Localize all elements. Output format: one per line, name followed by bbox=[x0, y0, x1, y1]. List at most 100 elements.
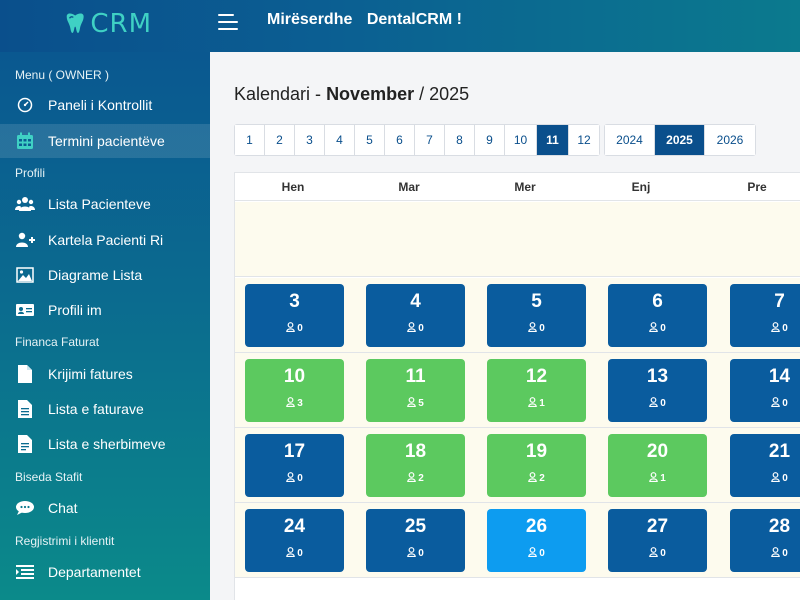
user-icon bbox=[771, 322, 782, 335]
sidebar-item-diagrams[interactable]: Diagrame Lista bbox=[0, 258, 210, 292]
month-button[interactable]: 8 bbox=[445, 125, 475, 155]
sidebar-item-appointments[interactable]: Termini pacientëve bbox=[0, 124, 210, 158]
month-button[interactable]: 11 bbox=[537, 125, 569, 155]
sidebar-item-patient-list[interactable]: Lista Pacienteve bbox=[0, 187, 210, 221]
sidebar-item-label: Paneli i Kontrollit bbox=[48, 97, 153, 113]
day-number: 7 bbox=[774, 291, 785, 312]
appointment-count: 0 bbox=[730, 397, 800, 410]
appointment-count-value: 0 bbox=[418, 548, 424, 559]
id-card-icon bbox=[15, 300, 35, 320]
month-button[interactable]: 7 bbox=[415, 125, 445, 155]
year-button[interactable]: 2024 bbox=[605, 125, 655, 155]
day-cell[interactable]: 30 bbox=[245, 284, 344, 347]
top-bar: CRM Mirëserdhe DentalCRM ! bbox=[0, 0, 800, 52]
month-button[interactable]: 3 bbox=[295, 125, 325, 155]
day-cell[interactable]: 60 bbox=[608, 284, 707, 347]
day-number: 27 bbox=[646, 516, 669, 537]
user-icon bbox=[528, 472, 539, 485]
day-cell[interactable]: 27 0 bbox=[608, 509, 707, 572]
sidebar-item-create-invoice[interactable]: Krijimi fatures bbox=[0, 357, 210, 391]
section-title-menu: Menu ( OWNER ) bbox=[15, 68, 110, 82]
day-cell[interactable]: 14 0 bbox=[730, 359, 800, 422]
year-button[interactable]: 2026 bbox=[705, 125, 755, 155]
sidebar-item-dashboard[interactable]: Paneli i Kontrollit bbox=[0, 88, 210, 122]
week-row: 10 3 11 5 12 1 13 0 14 0 bbox=[235, 353, 800, 428]
sidebar-item-invoice-list[interactable]: Lista e faturave bbox=[0, 392, 210, 426]
month-button[interactable]: 6 bbox=[385, 125, 415, 155]
day-cell[interactable]: 17 0 bbox=[245, 434, 344, 497]
day-cell[interactable]: 25 0 bbox=[366, 509, 465, 572]
month-button[interactable]: 4 bbox=[325, 125, 355, 155]
user-icon bbox=[286, 322, 297, 335]
day-number: 28 bbox=[768, 516, 791, 537]
day-cell[interactable]: 40 bbox=[366, 284, 465, 347]
section-title-profile: Profili bbox=[15, 166, 46, 180]
appointment-count: 0 bbox=[245, 322, 344, 335]
user-icon bbox=[407, 322, 418, 335]
appointment-count: 1 bbox=[487, 397, 586, 410]
day-cell[interactable]: 70 bbox=[730, 284, 800, 347]
appointment-count-value: 1 bbox=[539, 398, 545, 409]
day-cell[interactable]: 24 0 bbox=[245, 509, 344, 572]
logo[interactable]: CRM bbox=[62, 8, 152, 40]
list-icon bbox=[15, 562, 35, 582]
month-selector: 1 2 3 4 5 6 7 8 9 10 11 12 bbox=[234, 124, 600, 156]
year-button[interactable]: 2025 bbox=[655, 125, 705, 155]
day-cell[interactable]: 12 1 bbox=[487, 359, 586, 422]
day-number: 24 bbox=[283, 516, 306, 537]
sidebar-item-departments[interactable]: Departamentet bbox=[0, 555, 210, 589]
user-icon bbox=[286, 472, 297, 485]
appointment-count: 0 bbox=[487, 322, 586, 335]
day-cell[interactable]: 13 0 bbox=[608, 359, 707, 422]
month-button[interactable]: 2 bbox=[265, 125, 295, 155]
sidebar-item-label: Lista Pacienteve bbox=[48, 196, 151, 212]
title-year: 2025 bbox=[429, 84, 470, 104]
day-cell[interactable]: 50 bbox=[487, 284, 586, 347]
sidebar-item-label: Kartela Pacienti Ri bbox=[48, 232, 164, 248]
month-button[interactable]: 12 bbox=[569, 125, 599, 155]
section-title-client-registration: Regjistrimi i klientit bbox=[15, 534, 115, 548]
day-cell[interactable]: 18 2 bbox=[366, 434, 465, 497]
empty-week-row bbox=[235, 202, 800, 277]
welcome-message: Mirëserdhe DentalCRM ! bbox=[267, 11, 462, 29]
weekday-header: Hen Mar Mer Enj Pre bbox=[235, 173, 800, 201]
day-cell[interactable]: 20 1 bbox=[608, 434, 707, 497]
logo-text: CRM bbox=[90, 9, 152, 39]
appointment-count-value: 0 bbox=[782, 323, 788, 334]
month-button[interactable]: 1 bbox=[235, 125, 265, 155]
day-cell[interactable]: 11 5 bbox=[366, 359, 465, 422]
user-icon bbox=[528, 547, 539, 560]
sidebar-item-services-list[interactable]: Lista e sherbimeve bbox=[0, 427, 210, 461]
month-button[interactable]: 9 bbox=[475, 125, 505, 155]
section-title-finance: Financa Faturat bbox=[15, 335, 100, 349]
appointment-count: 0 bbox=[245, 472, 344, 485]
sidebar-item-new-patient[interactable]: Kartela Pacienti Ri bbox=[0, 223, 210, 257]
sidebar-item-my-profile[interactable]: Profili im bbox=[0, 293, 210, 327]
tooth-icon bbox=[66, 13, 84, 33]
month-button[interactable]: 5 bbox=[355, 125, 385, 155]
day-number: 25 bbox=[404, 516, 427, 537]
title-prefix: Kalendari - bbox=[234, 84, 322, 104]
day-cell[interactable]: 26 0 bbox=[487, 509, 586, 572]
title-year-separator: / bbox=[419, 84, 425, 104]
day-cell[interactable]: 10 3 bbox=[245, 359, 344, 422]
sidebar-item-label: Termini pacientëve bbox=[48, 133, 165, 149]
appointment-count: 0 bbox=[366, 322, 465, 335]
month-button[interactable]: 10 bbox=[505, 125, 537, 155]
weekday-label: Enj bbox=[631, 180, 651, 194]
week-row: 24 0 25 0 26 0 27 0 28 0 bbox=[235, 503, 800, 578]
menu-toggle-icon[interactable] bbox=[218, 14, 240, 34]
appointment-count-value: 0 bbox=[782, 473, 788, 484]
day-cell[interactable]: 28 0 bbox=[730, 509, 800, 572]
page-title: Kalendari - November / 2025 bbox=[234, 84, 469, 105]
day-cell[interactable]: 19 2 bbox=[487, 434, 586, 497]
week-row: 3040506070 bbox=[235, 278, 800, 353]
sidebar-item-label: Departamentet bbox=[48, 564, 141, 580]
appointment-count: 0 bbox=[245, 547, 344, 560]
day-cell[interactable]: 21 0 bbox=[730, 434, 800, 497]
appointment-count-value: 0 bbox=[782, 548, 788, 559]
user-plus-icon bbox=[15, 230, 35, 250]
sidebar-item-chat[interactable]: Chat bbox=[0, 491, 210, 525]
welcome-name: DentalCRM ! bbox=[366, 11, 462, 28]
section-title-staff-chat: Biseda Stafit bbox=[15, 470, 83, 484]
